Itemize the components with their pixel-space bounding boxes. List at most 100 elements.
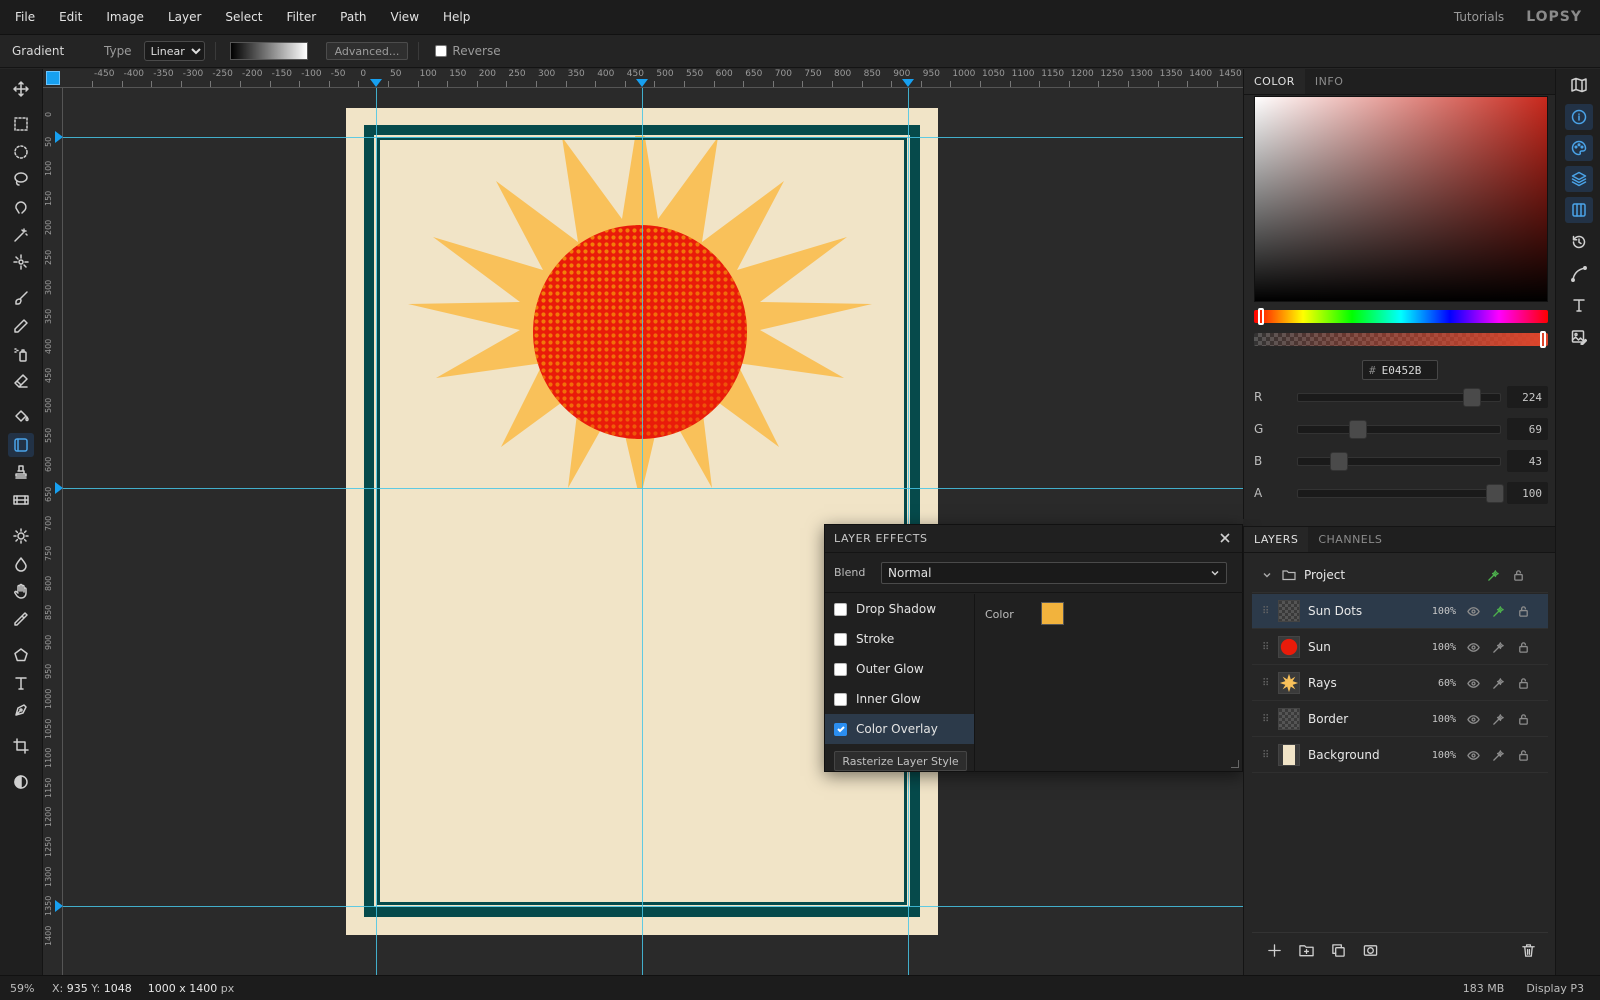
- menu-filter[interactable]: Filter: [274, 10, 328, 24]
- channel-slider[interactable]: [1297, 419, 1501, 439]
- effect-checkbox[interactable]: [834, 632, 847, 646]
- hue-slider-handle[interactable]: [1258, 308, 1264, 325]
- layer-row[interactable]: ⠿ Sun Dots 100%: [1252, 594, 1548, 629]
- stamp-tool[interactable]: [8, 460, 34, 484]
- channel-value-input[interactable]: 100: [1506, 482, 1548, 504]
- guide-horizontal[interactable]: [63, 906, 1243, 907]
- layer-opacity[interactable]: 100%: [1426, 606, 1456, 617]
- tab-info[interactable]: INFO: [1305, 69, 1353, 94]
- rasterize-layer-style-button[interactable]: Rasterize Layer Style: [834, 751, 967, 771]
- hex-value[interactable]: E0452B: [1382, 364, 1422, 377]
- character-panel-button[interactable]: [1565, 292, 1593, 318]
- paint-bucket-tool[interactable]: [8, 405, 34, 429]
- history-panel-button[interactable]: [1565, 229, 1593, 255]
- info-panel-button[interactable]: [1565, 104, 1593, 130]
- pen-tool[interactable]: [8, 698, 34, 722]
- channel-value-input[interactable]: 69: [1506, 418, 1548, 440]
- layer-opacity[interactable]: 100%: [1426, 750, 1456, 761]
- zoom-level[interactable]: 59%: [0, 982, 44, 995]
- menu-select[interactable]: Select: [213, 10, 274, 24]
- advanced-button[interactable]: Advanced...: [325, 42, 409, 60]
- channel-slider-thumb[interactable]: [1463, 387, 1482, 407]
- effect-outer-glow[interactable]: Outer Glow: [825, 654, 974, 684]
- channel-value-input[interactable]: 43: [1506, 450, 1548, 472]
- guide-marker-top[interactable]: [902, 79, 914, 87]
- resize-handle[interactable]: [1231, 760, 1239, 768]
- guide-marker-left[interactable]: [55, 900, 63, 912]
- layer-row[interactable]: ⠿ Border 100%: [1252, 702, 1548, 737]
- effect-checkbox[interactable]: [834, 602, 847, 616]
- image-panel-button[interactable]: [1565, 324, 1593, 350]
- menu-path[interactable]: Path: [328, 10, 378, 24]
- channels-panel-button[interactable]: [1565, 197, 1593, 223]
- adjustment-tool[interactable]: [8, 770, 34, 794]
- guide-horizontal[interactable]: [63, 137, 1243, 138]
- effects-icon[interactable]: [1490, 711, 1506, 727]
- rect-select-tool[interactable]: [8, 112, 34, 136]
- layer-name[interactable]: Background: [1308, 748, 1426, 762]
- overlay-color-swatch[interactable]: [1041, 602, 1064, 625]
- guide-horizontal[interactable]: [63, 488, 1243, 489]
- eyedropper-tool[interactable]: [8, 607, 34, 631]
- channel-value-input[interactable]: 224: [1506, 386, 1548, 408]
- channel-slider-thumb[interactable]: [1349, 419, 1368, 439]
- lock-icon[interactable]: [1515, 603, 1531, 619]
- hex-input[interactable]: # E0452B: [1362, 360, 1438, 380]
- guide-marker-left[interactable]: [55, 482, 63, 494]
- guide-vertical[interactable]: [376, 88, 377, 975]
- close-button[interactable]: [1218, 531, 1232, 545]
- guide-marker-top[interactable]: [636, 79, 648, 87]
- pencil-tool[interactable]: [8, 314, 34, 338]
- drag-handle[interactable]: ⠿: [1262, 714, 1272, 725]
- color-panel-button[interactable]: [1565, 135, 1593, 161]
- layer-name[interactable]: Rays: [1308, 676, 1426, 690]
- eye-icon[interactable]: [1465, 675, 1481, 691]
- tab-layers[interactable]: LAYERS: [1244, 527, 1309, 552]
- blur-tool[interactable]: [8, 552, 34, 576]
- layer-row[interactable]: ⠿ Rays 60%: [1252, 666, 1548, 701]
- tab-channels[interactable]: CHANNELS: [1308, 527, 1392, 552]
- drag-handle[interactable]: ⠿: [1262, 642, 1272, 653]
- mask-button[interactable]: [1354, 939, 1386, 963]
- reverse-checkbox-box[interactable]: [435, 45, 448, 57]
- eraser-tool[interactable]: [8, 369, 34, 393]
- channel-slider[interactable]: [1297, 483, 1505, 503]
- effect-checkbox[interactable]: [834, 722, 847, 736]
- menu-file[interactable]: File: [0, 10, 47, 24]
- gradient-tool[interactable]: [8, 433, 34, 457]
- quick-select-tool[interactable]: [8, 250, 34, 274]
- gradient-type-select[interactable]: Linear: [143, 41, 205, 61]
- menu-image[interactable]: Image: [94, 10, 156, 24]
- gradient-preview[interactable]: [229, 42, 308, 60]
- eye-icon[interactable]: [1465, 603, 1481, 619]
- layer-group-row[interactable]: Project: [1252, 558, 1548, 593]
- magnetic-lasso-tool[interactable]: [8, 195, 34, 219]
- hue-slider[interactable]: [1254, 310, 1548, 323]
- effect-inner-glow[interactable]: Inner Glow: [825, 684, 974, 714]
- add-group-button[interactable]: [1290, 939, 1322, 963]
- channel-slider-thumb[interactable]: [1330, 451, 1349, 471]
- lock-icon[interactable]: [1515, 711, 1531, 727]
- effects-icon[interactable]: [1490, 603, 1506, 619]
- layer-row[interactable]: ⠿ Sun 100%: [1252, 630, 1548, 665]
- tutorials-link[interactable]: Tutorials: [1454, 10, 1504, 24]
- lock-icon[interactable]: [1515, 675, 1531, 691]
- menu-help[interactable]: Help: [431, 10, 482, 24]
- eye-icon[interactable]: [1465, 747, 1481, 763]
- effect-checkbox[interactable]: [834, 662, 847, 676]
- brush-tool[interactable]: [8, 286, 34, 310]
- eye-icon[interactable]: [1465, 711, 1481, 727]
- paths-panel-button[interactable]: [1565, 261, 1593, 287]
- guide-marker-left[interactable]: [55, 131, 63, 143]
- crop-tool[interactable]: [8, 734, 34, 758]
- effect-drop-shadow[interactable]: Drop Shadow: [825, 594, 974, 624]
- effects-icon[interactable]: [1490, 639, 1506, 655]
- menu-view[interactable]: View: [379, 10, 431, 24]
- layer-name[interactable]: Sun Dots: [1308, 604, 1426, 618]
- delete-layer-button[interactable]: [1512, 939, 1544, 963]
- lock-icon[interactable]: [1515, 639, 1531, 655]
- saturation-value-picker[interactable]: [1254, 96, 1548, 302]
- guide-vertical[interactable]: [642, 88, 643, 975]
- blend-mode-select[interactable]: Normal: [881, 561, 1227, 584]
- layer-name[interactable]: Border: [1308, 712, 1426, 726]
